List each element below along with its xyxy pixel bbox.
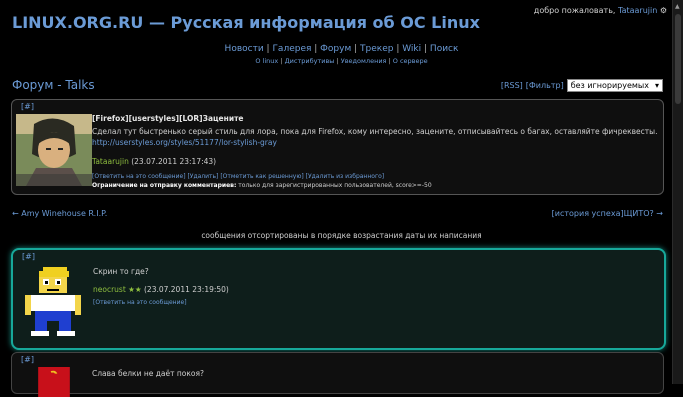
mark-solved-button[interactable]: [Отметить как решенную]: [220, 173, 303, 180]
welcome-label: добро пожаловать,: [533, 6, 616, 15]
topic-link[interactable]: http://userstyles.org/styles/51177/lor-s…: [92, 138, 277, 147]
filters: [RSS] [Фильтр] без игнорируемых ▾: [501, 79, 663, 92]
comment-actions: [Ответить на это сообщение]: [93, 299, 187, 306]
filter-select[interactable]: без игнорируемых ▾: [566, 79, 663, 92]
topic-date: (23.07.2011 23:17:43): [131, 157, 217, 166]
chevron-down-icon: ▾: [654, 81, 659, 90]
nav-tracker[interactable]: Трекер: [360, 44, 393, 54]
username-link[interactable]: Tataarujin: [618, 6, 657, 15]
nav-forum[interactable]: Форум: [320, 44, 351, 54]
comment-body: Слава белки не даёт покоя?: [92, 369, 205, 378]
delete-button[interactable]: [Удалить]: [187, 173, 218, 180]
comment-restriction: Ограничение на отправку комментариев: то…: [92, 182, 432, 189]
author-stars: ★★: [128, 285, 142, 294]
site-title[interactable]: LINUX.ORG.RU — Русская информация об ОС …: [12, 13, 480, 32]
sub-nav: О linux | Дистрибутивы | Уведомления | О…: [255, 57, 428, 65]
forum-title[interactable]: Форум - Talks: [12, 78, 95, 92]
restriction-label: Ограничение на отправку комментариев:: [92, 182, 237, 189]
comment: [#] Скрин то где? neocrust ★★ (23.07.201…: [11, 248, 666, 350]
author-avatar: [16, 114, 92, 186]
reply-button[interactable]: [Ответить на это сообщение]: [92, 173, 186, 180]
sort-note: сообщения отсортированы в порядке возрас…: [201, 231, 482, 240]
topic-author-link[interactable]: Tataarujin: [92, 157, 129, 166]
nav-news[interactable]: Новости: [225, 44, 264, 54]
nav-gallery[interactable]: Галерея: [272, 44, 311, 54]
comment: [#] Слава белки не даёт покоя?: [11, 352, 664, 397]
scroll-up-icon[interactable]: ▲: [675, 3, 680, 10]
nav-search[interactable]: Поиск: [430, 44, 459, 54]
comment-avatar: [38, 367, 70, 397]
filter-select-value: без игнорируемых: [570, 81, 649, 90]
comment-body: Скрин то где?: [93, 267, 149, 276]
next-topic-link[interactable]: [история успеха]ЩИТО? →: [552, 209, 663, 218]
restriction-text: только для зарегистрированных пользовате…: [238, 182, 432, 189]
nav-about-server[interactable]: О сервере: [393, 57, 428, 65]
comment-signature: neocrust ★★ (23.07.2011 23:19:50): [93, 285, 229, 294]
topic-body: Сделал тут быстренько серый стиль для ло…: [92, 127, 658, 136]
comment-date: (23.07.2011 23:19:50): [144, 285, 229, 294]
nav-distros[interactable]: Дистрибутивы: [285, 57, 335, 65]
topic-message: [#] [Firefox][userstyles][LOR]Зацените С…: [11, 99, 664, 195]
nav-about-linux[interactable]: О linux: [255, 57, 278, 65]
filter-link[interactable]: [Фильтр]: [526, 81, 564, 90]
welcome-text: добро пожаловать, Tataarujin ⚙: [534, 6, 667, 15]
rss-link[interactable]: [RSS]: [501, 81, 523, 90]
main-nav: Новости | Галерея | Форум | Трекер | Wik…: [224, 44, 459, 54]
topic-signature: Tataarujin (23.07.2011 23:17:43): [92, 157, 216, 166]
comment-reply-button[interactable]: [Ответить на это сообщение]: [93, 299, 187, 306]
remove-favorite-button[interactable]: [Удалить из избранного]: [306, 173, 384, 180]
topic-anchor-link[interactable]: [#]: [21, 102, 34, 111]
comment-anchor-link[interactable]: [#]: [21, 355, 34, 364]
comment-anchor-link[interactable]: [#]: [22, 252, 35, 261]
nav-wiki[interactable]: Wiki: [402, 44, 421, 54]
nav-notifications[interactable]: Уведомления: [341, 57, 387, 65]
user-icon[interactable]: ⚙: [660, 6, 667, 15]
prev-topic-link[interactable]: ← Amy Winehouse R.I.P.: [12, 209, 107, 218]
comment-avatar: [25, 267, 81, 336]
topic-actions: [Ответить на это сообщение] [Удалить] [О…: [92, 173, 384, 180]
comment-author-link[interactable]: neocrust: [93, 285, 126, 294]
topic-title: [Firefox][userstyles][LOR]Зацените: [92, 114, 244, 123]
